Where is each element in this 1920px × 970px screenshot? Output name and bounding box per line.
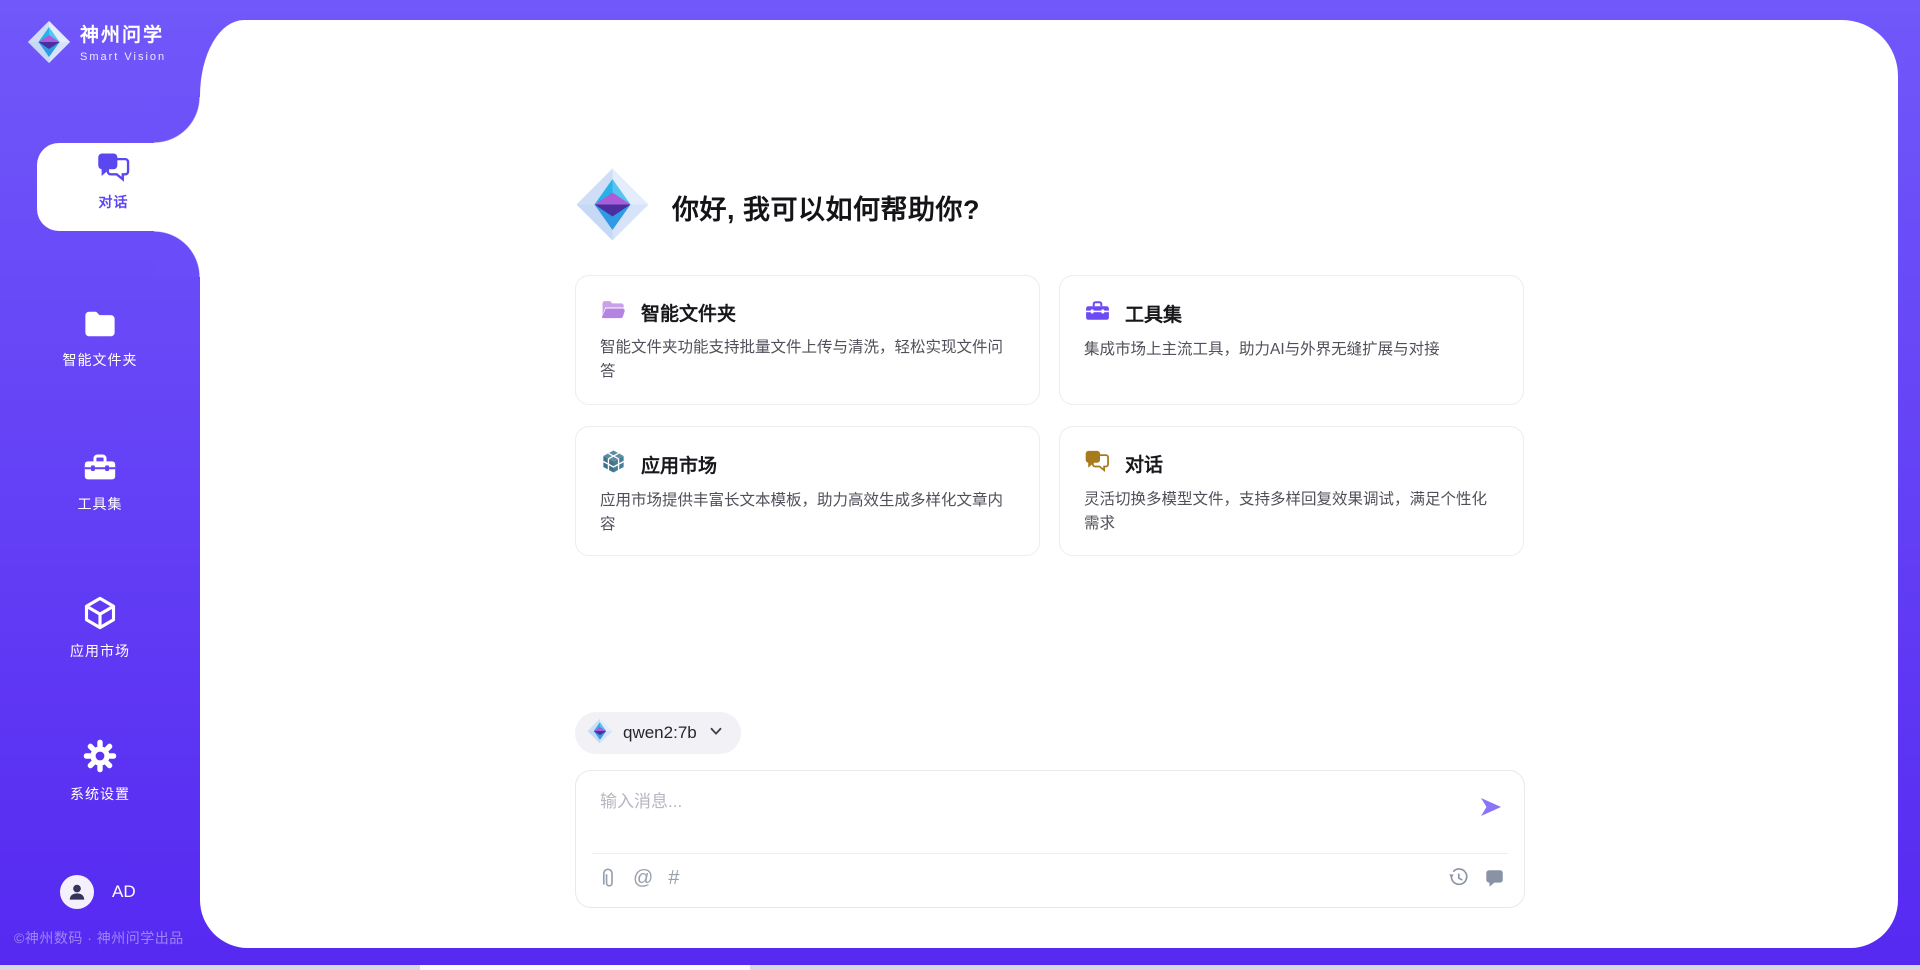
- toolbox-icon: [82, 471, 118, 488]
- folder-open-icon: [600, 297, 627, 327]
- hash-icon[interactable]: #: [668, 866, 679, 890]
- sidebar-item-label: 应用市场: [0, 641, 200, 661]
- sidebar-item-settings[interactable]: 系统设置: [0, 738, 200, 804]
- scrollbar-thumb[interactable]: [420, 965, 750, 970]
- brand-diamond-icon: [575, 167, 650, 247]
- sidebar-item-label: 工具集: [0, 494, 200, 514]
- card-app-market[interactable]: 应用市场 应用市场提供丰富长文本模板，助力高效生成多样化文章内容: [575, 426, 1040, 556]
- card-description: 智能文件夹功能支持批量文件上传与清洗，轻松实现文件问答: [600, 336, 1015, 384]
- message-composer: @ #: [575, 770, 1525, 908]
- card-title: 智能文件夹: [641, 299, 736, 326]
- send-icon: [1479, 795, 1503, 819]
- sidebar-footer: ©神州数码 · 神州问学出品: [14, 928, 184, 948]
- avatar: [60, 875, 94, 909]
- chat-bubbles-icon: [1084, 448, 1111, 479]
- chat-bubbles-icon: [106, 171, 132, 188]
- brand-name: 神州问学: [80, 25, 164, 46]
- history-icon[interactable]: [1447, 866, 1470, 889]
- composer-divider: [592, 853, 1508, 854]
- gear-icon: [82, 761, 118, 778]
- sidebar-item-label: 系统设置: [0, 784, 200, 804]
- message-input[interactable]: [598, 791, 1422, 813]
- at-icon[interactable]: @: [633, 866, 653, 890]
- sidebar-item-smart-folder[interactable]: 智能文件夹: [0, 308, 200, 370]
- chevron-down-icon: [707, 722, 725, 745]
- paperclip-icon[interactable]: [596, 866, 618, 890]
- user-account[interactable]: AD: [60, 875, 136, 909]
- chat-filled-icon[interactable]: [1484, 867, 1506, 889]
- tab-fillet-top: [154, 97, 200, 143]
- horizontal-scrollbar[interactable]: [0, 965, 1920, 970]
- greeting: 你好, 我可以如何帮助你?: [575, 167, 980, 247]
- sidebar-item-label: 对话: [27, 192, 200, 212]
- card-title: 对话: [1125, 450, 1163, 477]
- cube-icon: [82, 618, 118, 635]
- main-panel: 你好, 我可以如何帮助你? 智能文件夹 智能文件夹功能支持批量文件上传与清洗，轻…: [200, 20, 1898, 948]
- sidebar: 神州问学 Smart Vision 对话 智能文件夹: [0, 0, 200, 970]
- brand-subtitle: Smart Vision: [80, 51, 166, 63]
- folder-icon: [82, 327, 118, 344]
- sidebar-item-label: 智能文件夹: [0, 350, 200, 370]
- card-title: 工具集: [1125, 300, 1182, 327]
- sidebar-item-chat-active[interactable]: 对话: [37, 143, 200, 231]
- sidebar-item-toolbox[interactable]: 工具集: [0, 450, 200, 514]
- brand-diamond-icon: [27, 20, 71, 69]
- tab-fillet-bottom: [154, 231, 200, 277]
- card-description: 应用市场提供丰富长文本模板，助力高效生成多样化文章内容: [600, 489, 1015, 537]
- greeting-title: 你好, 我可以如何帮助你?: [672, 188, 980, 227]
- send-button[interactable]: [1478, 795, 1504, 821]
- model-selector[interactable]: qwen2:7b: [575, 712, 741, 754]
- card-smart-folder[interactable]: 智能文件夹 智能文件夹功能支持批量文件上传与清洗，轻松实现文件问答: [575, 275, 1040, 405]
- card-description: 集成市场上主流工具，助力AI与外界无缝扩展与对接: [1084, 338, 1499, 362]
- briefcase-icon: [1084, 297, 1111, 329]
- grid-cube-icon: [600, 448, 627, 480]
- user-name: AD: [112, 882, 136, 902]
- card-title: 应用市场: [641, 451, 717, 478]
- model-name: qwen2:7b: [623, 723, 697, 743]
- model-logo-icon: [587, 718, 613, 749]
- feature-cards: 智能文件夹 智能文件夹功能支持批量文件上传与清洗，轻松实现文件问答: [575, 275, 1525, 556]
- card-description: 灵活切换多模型文件，支持多样回复效果调试，满足个性化需求: [1084, 488, 1499, 536]
- card-chat[interactable]: 对话 灵活切换多模型文件，支持多样回复效果调试，满足个性化需求: [1059, 426, 1524, 556]
- card-toolbox[interactable]: 工具集 集成市场上主流工具，助力AI与外界无缝扩展与对接: [1059, 275, 1524, 405]
- brand: 神州问学 Smart Vision: [27, 20, 200, 69]
- sidebar-item-app-market[interactable]: 应用市场: [0, 595, 200, 661]
- person-icon: [66, 881, 88, 903]
